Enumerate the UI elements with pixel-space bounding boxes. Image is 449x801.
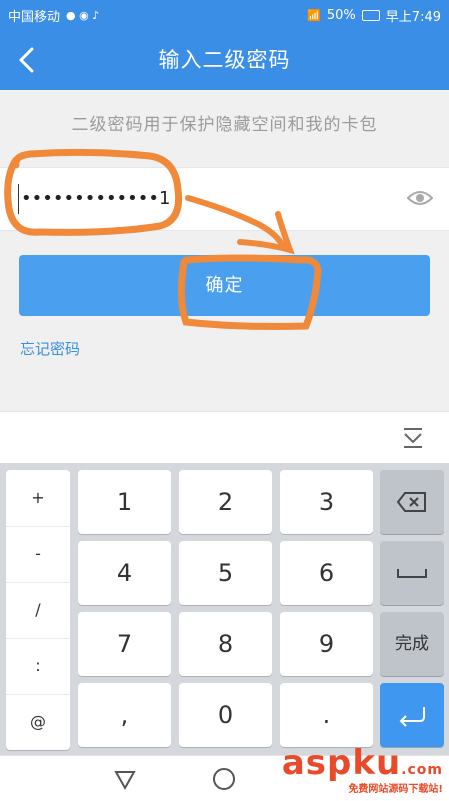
key-2[interactable]: 2 bbox=[179, 470, 272, 534]
key-at[interactable]: @ bbox=[6, 694, 70, 750]
key-colon[interactable]: : bbox=[6, 638, 70, 695]
eye-icon[interactable] bbox=[407, 188, 433, 208]
key-0[interactable]: 0 bbox=[179, 683, 272, 747]
key-slash[interactable]: / bbox=[6, 582, 70, 639]
key-minus[interactable]: - bbox=[6, 526, 70, 583]
symbol-column: + - / : @ bbox=[6, 470, 70, 750]
key-plus[interactable]: + bbox=[6, 470, 70, 527]
carrier-label: 中国移动 bbox=[8, 9, 61, 25]
key-6[interactable]: 6 bbox=[280, 541, 373, 605]
key-4[interactable]: 4 bbox=[78, 541, 171, 605]
backspace-key[interactable] bbox=[380, 470, 444, 534]
watermark-tagline: 免费网站源码下载站! bbox=[348, 784, 443, 795]
numeric-keyboard: + - / : @ 1 2 3 4 5 6 7 8 9 , 0 . 完成 bbox=[0, 463, 449, 755]
key-1[interactable]: 1 bbox=[78, 470, 171, 534]
space-key[interactable] bbox=[380, 541, 444, 605]
done-key[interactable]: 完成 bbox=[380, 612, 444, 676]
notification-icons: ● ◉ ♪ bbox=[66, 8, 100, 22]
watermark-brand: aspku bbox=[281, 743, 402, 783]
enter-icon bbox=[399, 707, 425, 727]
key-comma[interactable]: , bbox=[78, 683, 171, 747]
home-circle-icon[interactable] bbox=[211, 766, 237, 792]
page-title: 输入二级密码 bbox=[158, 48, 291, 72]
signal-icon: 📶 bbox=[307, 8, 321, 22]
password-input[interactable]: •••••••••••••1 bbox=[18, 184, 170, 214]
enter-key[interactable] bbox=[380, 683, 444, 747]
key-9[interactable]: 9 bbox=[280, 612, 373, 676]
hint-text: 二级密码用于保护隐藏空间和我的卡包 bbox=[71, 115, 378, 135]
clock-label: 早上7:49 bbox=[385, 9, 441, 25]
app-bar: 输入二级密码 bbox=[0, 30, 449, 90]
status-bar: 中国移动 ● ◉ ♪ 📶 50% 早上7:49 bbox=[0, 0, 449, 30]
back-triangle-icon[interactable] bbox=[112, 766, 138, 792]
keyboard-toolbar bbox=[0, 411, 449, 464]
backspace-icon bbox=[396, 492, 426, 512]
key-3[interactable]: 3 bbox=[280, 470, 373, 534]
battery-label: 50% bbox=[326, 7, 356, 23]
key-5[interactable]: 5 bbox=[179, 541, 272, 605]
space-icon bbox=[397, 569, 427, 578]
password-field-row: •••••••••••••1 bbox=[0, 167, 449, 231]
key-7[interactable]: 7 bbox=[78, 612, 171, 676]
back-arrow-icon[interactable] bbox=[12, 44, 44, 76]
battery-icon bbox=[361, 9, 380, 21]
watermark-tld: .com bbox=[401, 762, 443, 778]
forgot-password-link[interactable]: 忘记密码 bbox=[20, 338, 80, 359]
key-8[interactable]: 8 bbox=[179, 612, 272, 676]
keyboard-collapse-icon[interactable] bbox=[401, 426, 425, 450]
key-period[interactable]: . bbox=[280, 683, 373, 747]
confirm-button[interactable]: 确定 bbox=[19, 255, 430, 316]
